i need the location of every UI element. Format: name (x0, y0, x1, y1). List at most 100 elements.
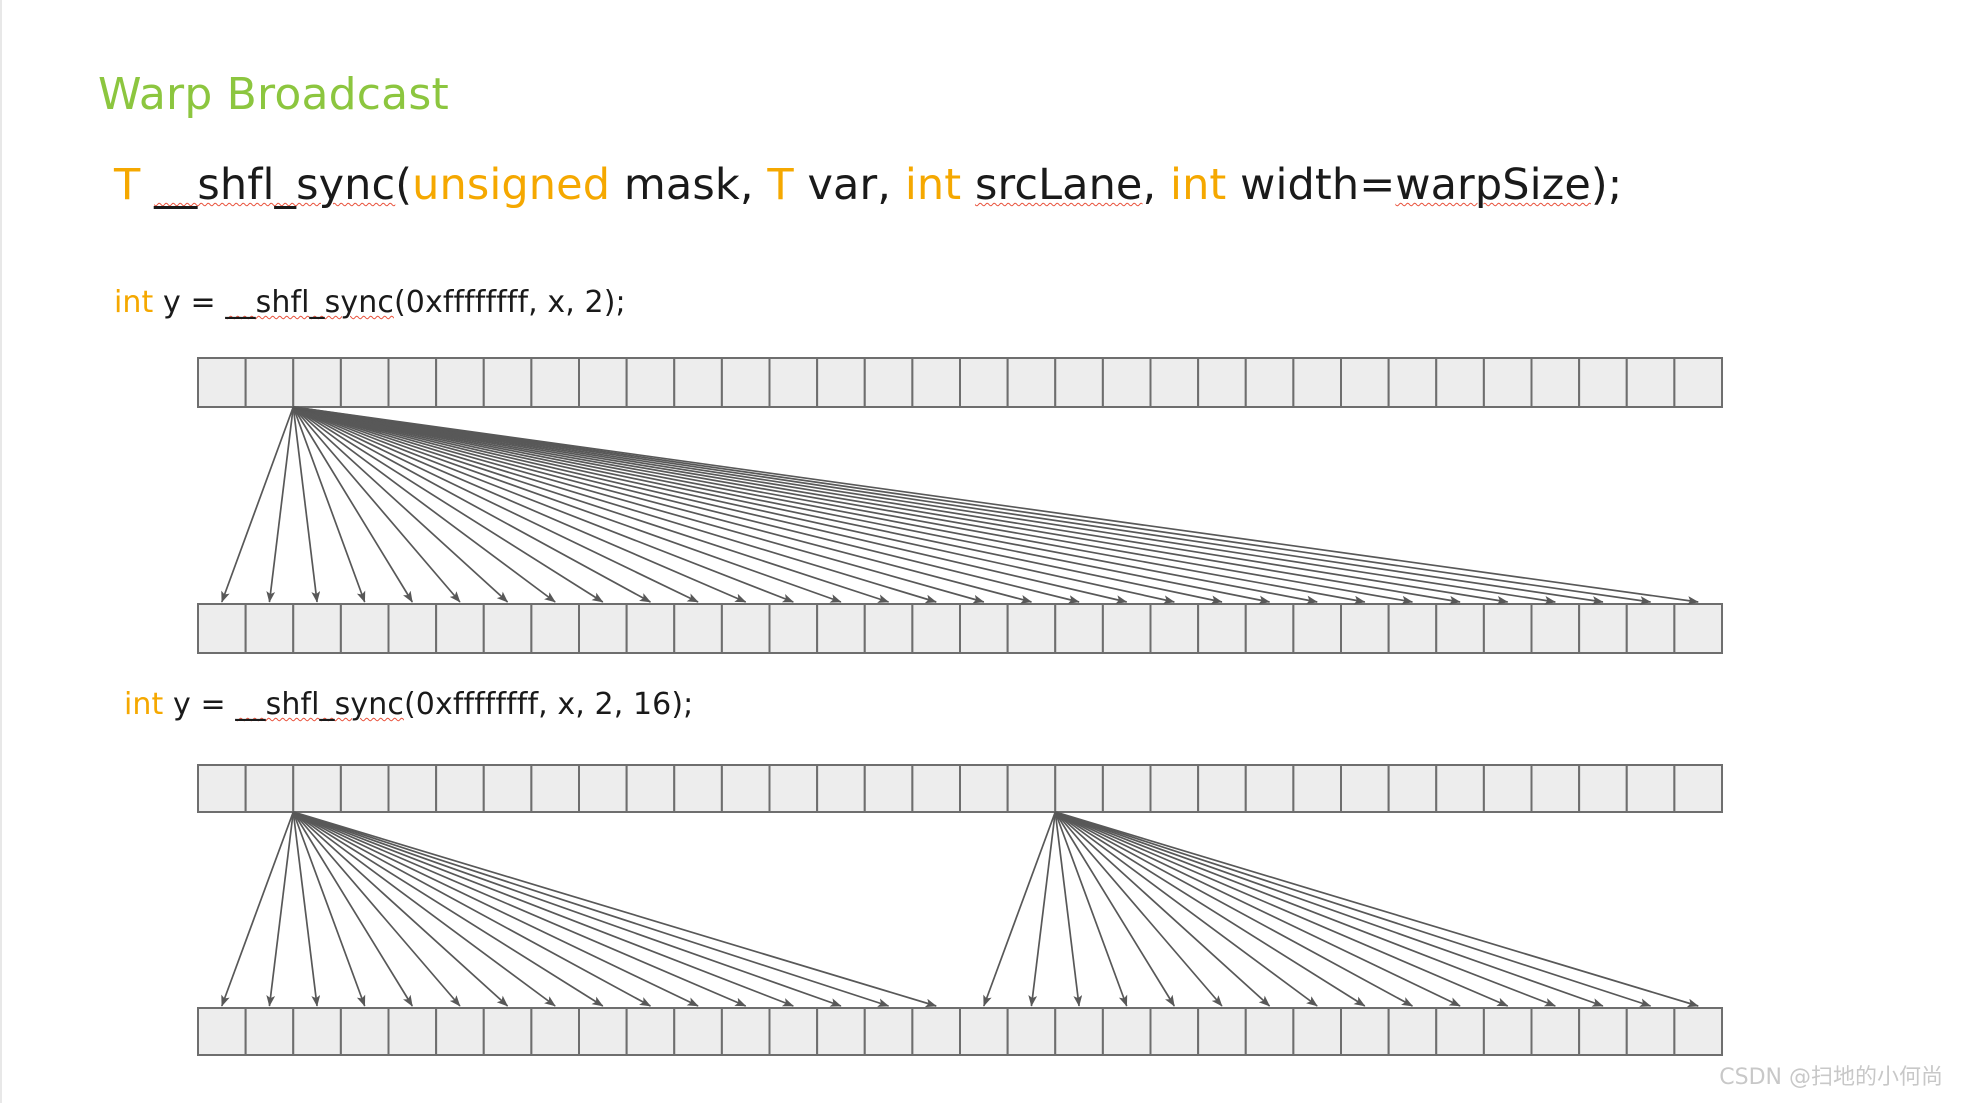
warp-broadcast-diagram-full-width (2, 350, 1963, 660)
lane-cell (578, 1007, 628, 1056)
diagram-2-svg (197, 764, 1724, 1056)
lane-cell (1625, 603, 1676, 654)
lane-cell (292, 357, 342, 408)
lane-cell (863, 357, 914, 408)
lane-cell (1197, 357, 1247, 408)
broadcast-arrow (1054, 811, 1509, 1007)
lane-cell (197, 1007, 247, 1056)
lane-cell (292, 603, 342, 654)
lane-cell (816, 1007, 866, 1056)
broadcast-arrow (293, 406, 1604, 605)
lane-cell (482, 764, 533, 813)
lane-cell (387, 1007, 438, 1056)
lane-cell (244, 357, 295, 408)
lane-cell (292, 764, 342, 813)
broadcast-arrow (293, 406, 1271, 605)
broadcast-arrow (292, 811, 890, 1007)
lane-cell (435, 603, 485, 654)
lane-cell (1482, 1007, 1533, 1056)
slide-canvas: Warp Broadcast T __shfl_sync(unsigned ma… (0, 0, 1963, 1103)
lane-cell (863, 603, 914, 654)
broadcast-arrow (1054, 811, 1604, 1007)
lane-cell (1006, 603, 1057, 654)
page-title: Warp Broadcast (98, 69, 449, 120)
lane-cell (435, 764, 485, 813)
lane-cell (1625, 1007, 1676, 1056)
lane-cell (1292, 603, 1343, 654)
code-line-1-misspelled-2: __shfl_sync (225, 285, 394, 320)
lane-cell (435, 357, 485, 408)
lane-cell (1244, 603, 1295, 654)
lane-cell (720, 764, 771, 813)
diagram-2-broadcast-arrows (221, 811, 1699, 1008)
lane-cell (1244, 764, 1295, 813)
lane-cell (625, 1007, 676, 1056)
lane-cell (720, 603, 771, 654)
broadcast-arrow (292, 811, 842, 1007)
lane-cell (625, 764, 676, 813)
broadcast-arrow (1054, 811, 1083, 1007)
lane-cell (1149, 603, 1200, 654)
broadcast-arrow (292, 811, 321, 1007)
broadcast-arrow (983, 811, 1057, 1007)
lane-cell (625, 357, 676, 408)
lane-cell (339, 603, 390, 654)
lane-cell (1578, 357, 1628, 408)
lane-cell (1292, 1007, 1343, 1056)
lane-cell (768, 603, 819, 654)
diagram-2-destination-row (197, 1007, 1724, 1056)
lane-cell (959, 1007, 1009, 1056)
broadcast-arrow (266, 406, 295, 603)
broadcast-arrow (292, 811, 509, 1007)
signature-keyword-6: T (767, 160, 794, 210)
signature-keyword-8: int (904, 160, 962, 210)
warp-broadcast-diagram-width16 (2, 757, 1963, 1067)
lane-cell (1435, 603, 1485, 654)
lane-cell (1197, 603, 1247, 654)
lane-cell (578, 764, 628, 813)
lane-cell (1006, 357, 1057, 408)
lane-cell (1578, 764, 1628, 813)
lane-cell (1482, 764, 1533, 813)
lane-cell (1673, 764, 1724, 813)
lane-cell (1244, 357, 1295, 408)
lane-cell (911, 764, 962, 813)
broadcast-arrow (292, 811, 604, 1007)
lane-cell (673, 357, 723, 408)
lane-cell (530, 1007, 581, 1056)
code-line-2-misspelled-2: __shfl_sync (235, 687, 404, 722)
lane-cell (339, 1007, 390, 1056)
lane-cell (339, 764, 390, 813)
lane-cell (911, 1007, 962, 1056)
lane-cell (578, 603, 628, 654)
lane-cell (1340, 1007, 1390, 1056)
lane-cell (1530, 1007, 1581, 1056)
signature-keyword-0: T (114, 160, 141, 210)
lane-cell (959, 357, 1009, 408)
code-line-shfl-sync-basic: int y = __shfl_sync(0xffffffff, x, 2); (114, 286, 626, 319)
lane-cell (1054, 603, 1104, 654)
lane-cell (816, 764, 866, 813)
diagram-1-source-row (197, 357, 1724, 408)
lane-cell (1578, 1007, 1628, 1056)
lane-cell (1435, 764, 1485, 813)
lane-cell (959, 603, 1009, 654)
lane-cell (673, 603, 723, 654)
lane-cell (911, 357, 962, 408)
lane-cell (578, 357, 628, 408)
broadcast-arrow (293, 406, 1366, 605)
lane-cell (1197, 1007, 1247, 1056)
broadcast-arrow (293, 406, 1461, 605)
lane-cell (1006, 1007, 1057, 1056)
lane-cell (1292, 357, 1343, 408)
lane-cell (1054, 1007, 1104, 1056)
lane-cell (339, 357, 390, 408)
lane-cell (1482, 603, 1533, 654)
lane-cell (1340, 603, 1390, 654)
lane-cell (435, 1007, 485, 1056)
broadcast-arrow (292, 811, 556, 1007)
signature-text-11: , (1142, 160, 1171, 210)
broadcast-arrow (266, 811, 295, 1007)
lane-cell (1101, 1007, 1152, 1056)
lane-cell (863, 764, 914, 813)
